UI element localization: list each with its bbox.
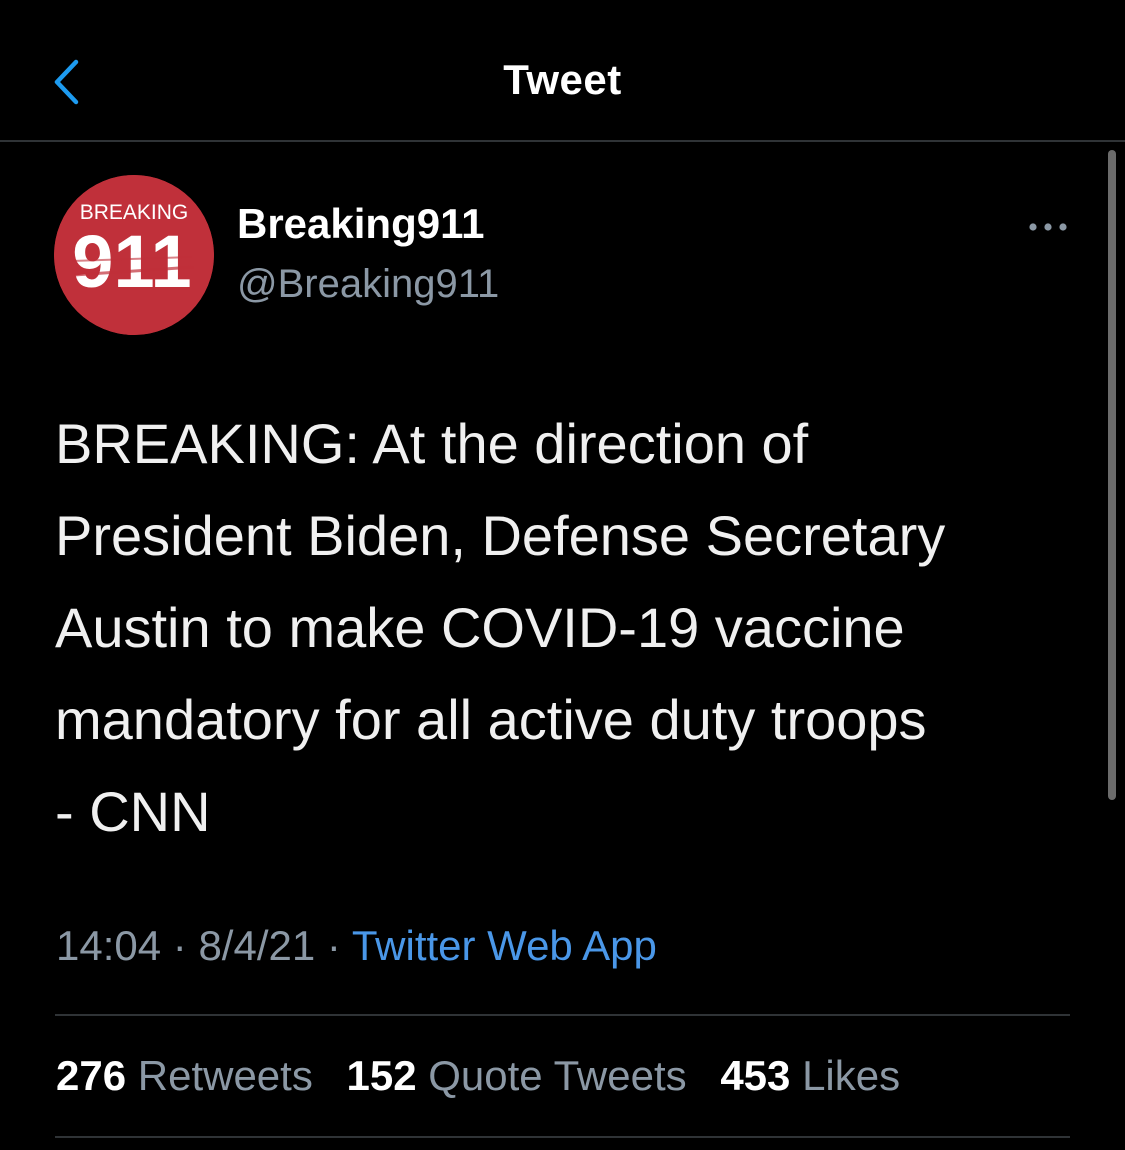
avatar-number: 911 <box>72 220 191 303</box>
tweet-text-line: President Biden, Defense Secretary <box>55 504 946 567</box>
tweet-metadata: 14:04 · 8/4/21 · Twitter Web App <box>56 922 657 970</box>
likes-count: 453 <box>720 1052 791 1099</box>
tweet-text-line: mandatory for all active duty troops <box>55 688 927 751</box>
top-nav-bar: Tweet <box>0 0 1125 142</box>
tweet-text: BREAKING: At the direction of President … <box>55 398 1065 858</box>
breaking911-logo: BREAKING 911 <box>54 175 214 335</box>
divider <box>55 1014 1070 1016</box>
engagement-stats: 276 Retweets 152 Quote Tweets 453 Likes <box>56 1052 922 1100</box>
likes-stat[interactable]: 453 Likes <box>720 1052 900 1100</box>
display-name[interactable]: Breaking911 <box>237 200 485 248</box>
likes-label: Likes <box>802 1052 901 1099</box>
retweets-stat[interactable]: 276 Retweets <box>56 1052 313 1100</box>
tweet-text-line: - CNN <box>55 780 211 843</box>
more-horizontal-icon <box>1029 223 1067 231</box>
meta-separator: · <box>172 922 187 969</box>
meta-separator: · <box>326 922 341 969</box>
tweet-date[interactable]: 8/4/21 <box>198 922 315 969</box>
tweet-text-line: Austin to make COVID-19 vaccine <box>55 596 905 659</box>
scrollbar[interactable] <box>1108 150 1116 800</box>
tweet-time[interactable]: 14:04 <box>56 922 161 969</box>
avatar[interactable]: BREAKING 911 <box>54 175 214 335</box>
divider <box>55 1136 1070 1138</box>
tweet-text-line: BREAKING: At the direction of <box>55 412 809 475</box>
retweets-label: Retweets <box>137 1052 313 1099</box>
tweet-source-link[interactable]: Twitter Web App <box>352 922 657 969</box>
retweets-count: 276 <box>56 1052 127 1099</box>
quote-tweets-count: 152 <box>346 1052 417 1099</box>
quote-tweets-stat[interactable]: 152 Quote Tweets <box>347 1052 687 1100</box>
user-handle[interactable]: @Breaking911 <box>237 262 499 307</box>
page-title: Tweet <box>503 56 622 103</box>
more-options-button[interactable] <box>1025 212 1071 242</box>
quote-tweets-label: Quote Tweets <box>428 1052 687 1099</box>
